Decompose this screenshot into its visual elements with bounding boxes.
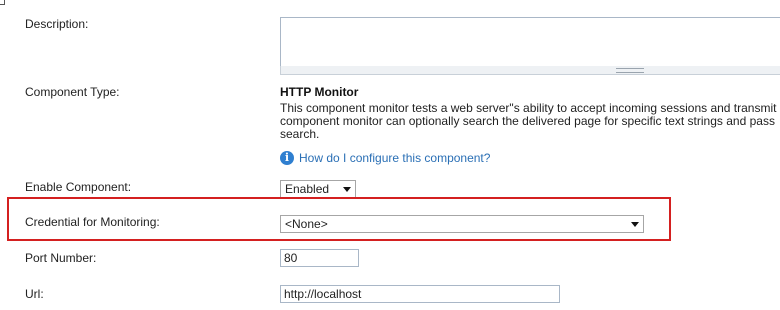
description-label: Description: — [25, 17, 89, 31]
grip-icon — [616, 68, 644, 73]
credential-select[interactable]: <None> — [280, 215, 644, 233]
component-type-label: Component Type: — [25, 85, 120, 99]
configure-help-link[interactable]: How do I configure this component? — [299, 151, 490, 165]
url-input[interactable]: http://localhost — [280, 285, 560, 303]
component-settings-form: Description: Component Type: HTTP Monito… — [0, 0, 780, 310]
description-resize-handle[interactable] — [280, 66, 780, 75]
corner-mark — [0, 0, 5, 5]
component-type-description: This component monitor tests a web serve… — [280, 102, 780, 141]
enable-component-select[interactable]: Enabled — [280, 180, 356, 198]
port-number-label: Port Number: — [25, 251, 97, 265]
description-textarea[interactable] — [280, 17, 780, 67]
help-row: i How do I configure this component? — [280, 151, 490, 165]
component-type-description-line: component monitor can optionally search … — [280, 114, 775, 128]
chevron-down-icon — [343, 187, 351, 192]
url-label: Url: — [25, 287, 44, 301]
chevron-down-icon — [631, 222, 639, 227]
enable-component-label: Enable Component: — [25, 180, 132, 194]
component-type-title: HTTP Monitor — [280, 85, 359, 99]
credential-value: <None> — [285, 217, 328, 231]
component-type-description-line: search. — [280, 127, 320, 141]
port-number-input[interactable]: 80 — [280, 249, 359, 267]
info-icon: i — [280, 151, 294, 165]
enable-component-value: Enabled — [285, 182, 330, 196]
credential-label: Credential for Monitoring: — [25, 215, 160, 229]
